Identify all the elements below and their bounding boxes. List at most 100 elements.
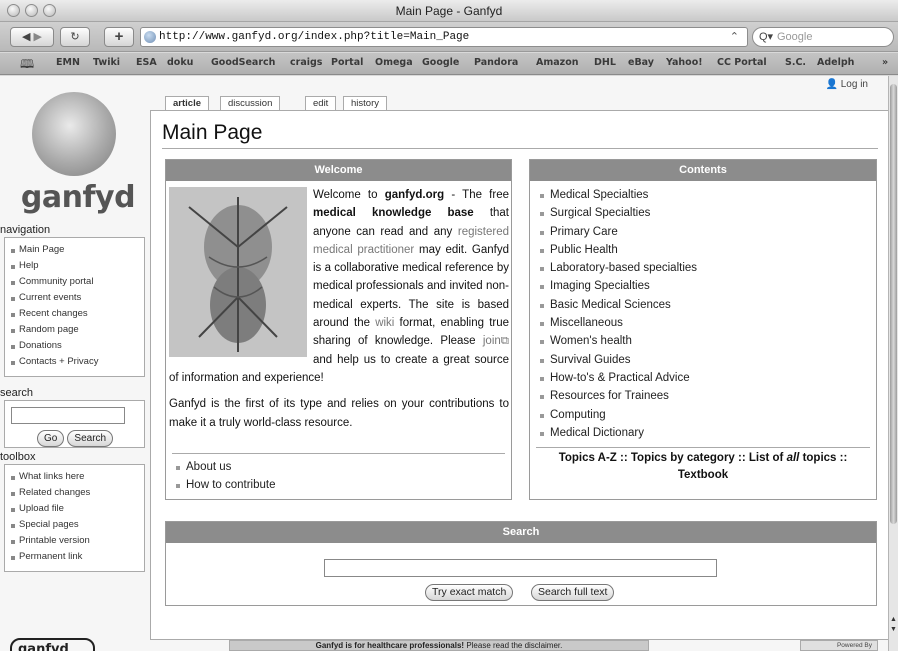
- google-search-field[interactable]: Q▾ Google: [752, 27, 894, 47]
- nav-help[interactable]: Help: [9, 258, 144, 274]
- anatomy-illustration: [169, 187, 307, 357]
- contents-item[interactable]: Imaging Specialties: [538, 277, 697, 295]
- about-us-link[interactable]: About us: [174, 458, 276, 476]
- contents-item[interactable]: Public Health: [538, 241, 697, 259]
- bookmark-item[interactable]: S.C.: [785, 57, 806, 68]
- bookmark-item[interactable]: GoodSearch: [211, 57, 275, 68]
- reload-icon: ↻: [70, 31, 80, 43]
- back-icon[interactable]: ◀: [22, 31, 30, 43]
- bookmark-item[interactable]: Amazon: [536, 57, 578, 68]
- site-icon: [144, 31, 156, 43]
- url-text: http://www.ganfyd.org/index.php?title=Ma…: [159, 31, 470, 43]
- title-divider: [162, 148, 878, 149]
- toolbox-what-links-here[interactable]: What links here: [9, 469, 144, 485]
- medical-practitioner-link[interactable]: medical practitioner: [313, 244, 414, 256]
- back-forward-buttons[interactable]: ◀ ▶: [10, 27, 54, 47]
- window-titlebar: Main Page - Ganfyd: [0, 0, 898, 22]
- welcome-text: Welcome to ganfyd.org - The free medical…: [169, 186, 509, 432]
- contents-item[interactable]: How-to's & Practical Advice: [538, 369, 697, 387]
- bookmark-item[interactable]: Google: [422, 57, 459, 68]
- search-icon[interactable]: Q▾: [759, 28, 773, 46]
- plus-icon: +: [114, 28, 124, 45]
- contents-item[interactable]: Primary Care: [538, 223, 697, 241]
- contents-item[interactable]: Medical Dictionary: [538, 424, 697, 442]
- navigation-portlet: Main Page Help Community portal Current …: [4, 237, 145, 377]
- wiki-link[interactable]: wiki: [375, 317, 394, 329]
- nav-random-page[interactable]: Random page: [9, 322, 144, 338]
- bookmark-item[interactable]: Yahoo!: [666, 57, 703, 68]
- powered-by-text: Powered By: [836, 642, 872, 649]
- bookmarks-overflow-icon[interactable]: »: [882, 57, 888, 68]
- try-exact-match-button[interactable]: Try exact match: [425, 584, 514, 601]
- search-button[interactable]: Search: [67, 430, 114, 447]
- tab-article[interactable]: article: [165, 96, 209, 111]
- topics-links[interactable]: Topics A-Z :: Topics by category :: List…: [536, 450, 870, 484]
- bookmark-item[interactable]: Pandora: [474, 57, 518, 68]
- contents-item[interactable]: Women's health: [538, 332, 697, 350]
- login-label: Log in: [840, 79, 868, 90]
- vertical-scrollbar[interactable]: ▲ ▼: [888, 76, 898, 651]
- site-name: ganfyd.org: [384, 189, 445, 201]
- tab-history[interactable]: history: [343, 96, 387, 111]
- search-full-text-button[interactable]: Search full text: [531, 584, 615, 601]
- reload-button[interactable]: ↻: [60, 27, 90, 47]
- scrollbar-thumb[interactable]: [890, 84, 897, 524]
- toolbox-printable-version[interactable]: Printable version: [9, 533, 144, 549]
- contents-item[interactable]: Basic Medical Sciences: [538, 296, 697, 314]
- tab-edit[interactable]: edit: [305, 96, 337, 111]
- contents-item[interactable]: Resources for Trainees: [538, 387, 697, 405]
- forward-icon[interactable]: ▶: [34, 31, 42, 43]
- bookmark-item[interactable]: CC Portal: [717, 57, 767, 68]
- contents-item[interactable]: Laboratory-based specialties: [538, 259, 697, 277]
- search-heading: search: [0, 387, 34, 399]
- toolbox-related-changes[interactable]: Related changes: [9, 485, 144, 501]
- toolbox-upload-file[interactable]: Upload file: [9, 501, 144, 517]
- contents-item[interactable]: Computing: [538, 406, 697, 424]
- sidebar-search-input[interactable]: [11, 407, 125, 424]
- nav-main-page[interactable]: Main Page: [9, 242, 144, 258]
- nav-community-portal[interactable]: Community portal: [9, 274, 144, 290]
- bookmark-item[interactable]: doku: [167, 57, 193, 68]
- search-box: Search Try exact match Search full text: [165, 521, 877, 606]
- go-button[interactable]: Go: [37, 430, 65, 447]
- open-book-icon[interactable]: 🕮: [20, 55, 34, 76]
- nav-recent-changes[interactable]: Recent changes: [9, 306, 144, 322]
- login-link[interactable]: 👤 Log in: [826, 79, 868, 90]
- bookmark-item[interactable]: ESA: [136, 57, 157, 68]
- contents-divider: [536, 447, 870, 448]
- contents-item[interactable]: Miscellaneous: [538, 314, 697, 332]
- scroll-down-icon[interactable]: ▼: [889, 626, 898, 633]
- bookmark-item[interactable]: DHL: [594, 57, 616, 68]
- bookmark-item[interactable]: eBay: [628, 57, 654, 68]
- rss-chevron-icon[interactable]: ⌃: [730, 28, 739, 46]
- nav-current-events[interactable]: Current events: [9, 290, 144, 306]
- nav-contacts-privacy[interactable]: Contacts + Privacy: [9, 354, 144, 370]
- tab-discussion[interactable]: discussion: [220, 96, 281, 111]
- join-link[interactable]: join: [483, 335, 501, 347]
- contents-item[interactable]: Surgical Specialties: [538, 204, 697, 222]
- footer-logo[interactable]: ganfyd: [10, 638, 95, 651]
- window-title: Main Page - Ganfyd: [395, 4, 503, 18]
- toolbox-special-pages[interactable]: Special pages: [9, 517, 144, 533]
- how-to-contribute-link[interactable]: How to contribute: [174, 476, 276, 494]
- main-search-input[interactable]: [324, 559, 717, 577]
- bookmark-item[interactable]: Adelph: [817, 57, 854, 68]
- footer-logo-text: ganfyd: [18, 642, 69, 651]
- google-search-placeholder: Google: [777, 31, 813, 43]
- user-icon: 👤: [825, 79, 838, 90]
- contents-item[interactable]: Survival Guides: [538, 351, 697, 369]
- nav-donations[interactable]: Donations: [9, 338, 144, 354]
- site-logo[interactable]: ganfyd: [14, 88, 136, 215]
- scroll-up-icon[interactable]: ▲: [889, 616, 898, 623]
- powered-by-badge[interactable]: Powered By: [800, 640, 878, 651]
- add-bookmark-button[interactable]: +: [104, 27, 134, 47]
- bookmark-item[interactable]: Omega: [375, 57, 413, 68]
- bookmark-item[interactable]: Twiki: [93, 57, 120, 68]
- toolbox-permanent-link[interactable]: Permanent link: [9, 549, 144, 565]
- registered-link[interactable]: registered: [458, 226, 509, 238]
- bookmark-item[interactable]: craigs: [290, 57, 322, 68]
- bookmark-item[interactable]: Portal: [331, 57, 363, 68]
- contents-item[interactable]: Medical Specialties: [538, 186, 697, 204]
- address-bar[interactable]: http://www.ganfyd.org/index.php?title=Ma…: [140, 27, 748, 47]
- bookmark-item[interactable]: EMN: [56, 57, 80, 68]
